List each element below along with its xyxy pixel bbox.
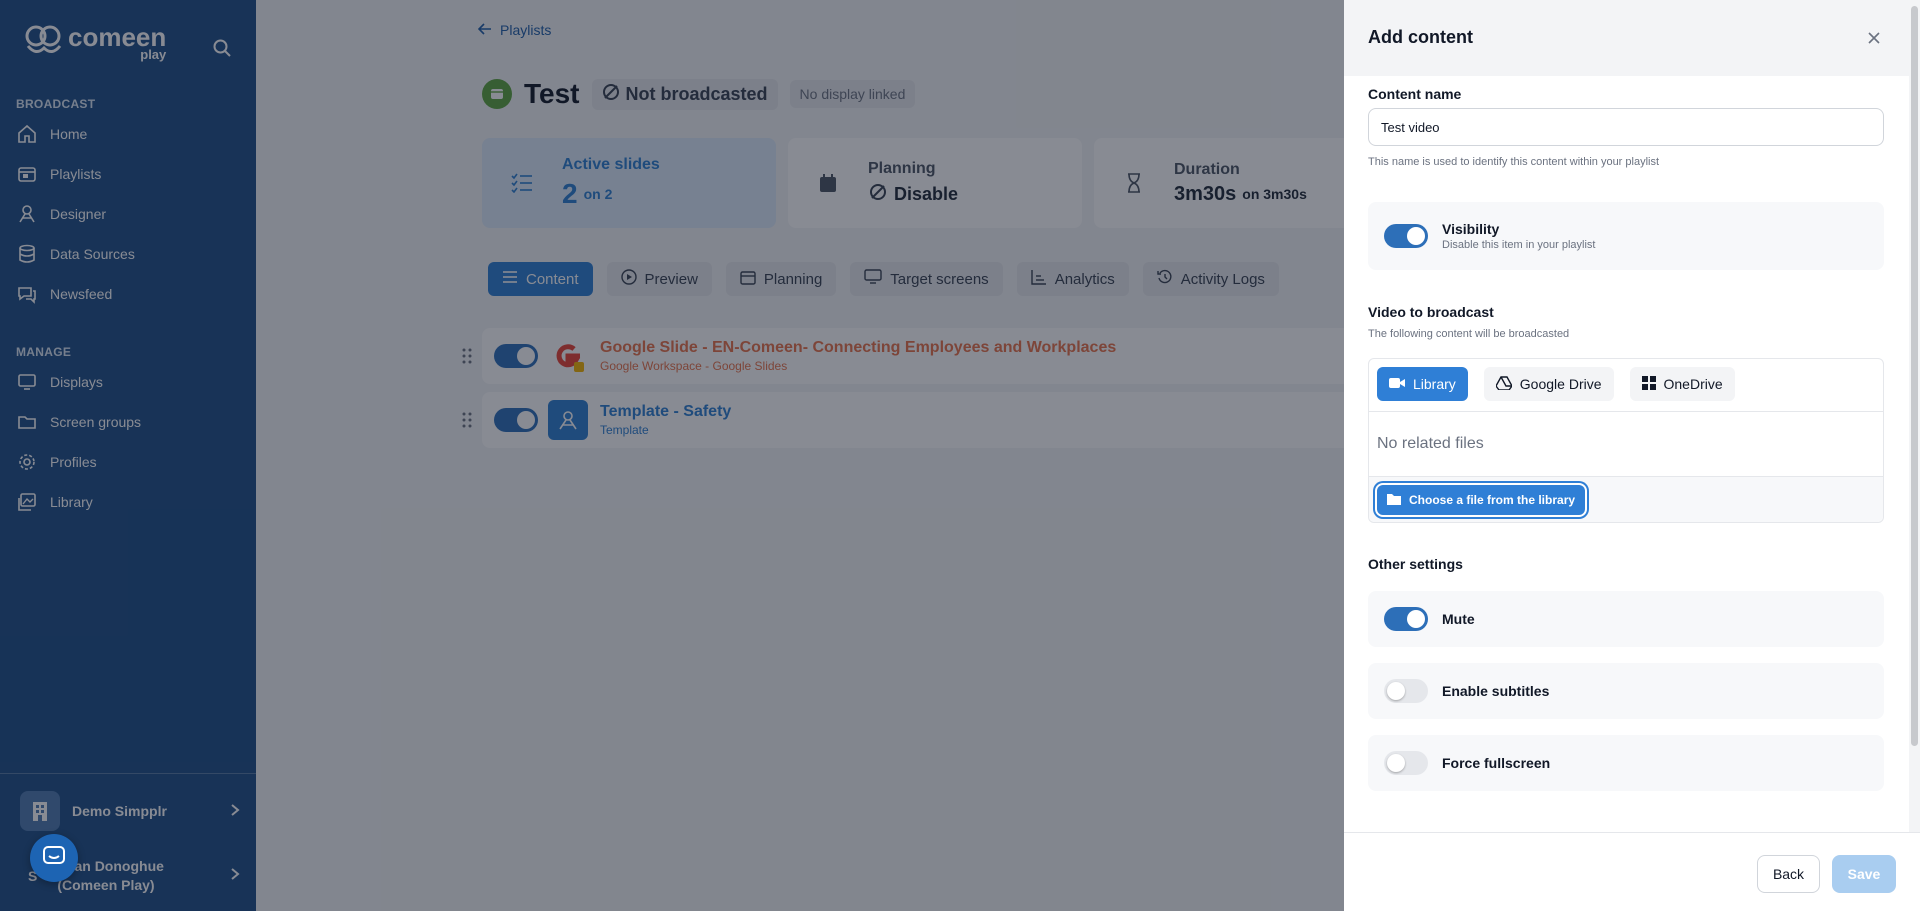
- content-name-input[interactable]: [1368, 108, 1884, 146]
- choose-file-label: Choose a file from the library: [1409, 493, 1576, 507]
- source-tab-label: Google Drive: [1519, 376, 1602, 392]
- fullscreen-toggle[interactable]: [1384, 751, 1428, 775]
- empty-state-text: No related files: [1377, 435, 1484, 452]
- source-tab-onedrive[interactable]: OneDrive: [1629, 367, 1735, 401]
- panel-title: Add content: [1368, 27, 1473, 47]
- subtitles-label: Enable subtitles: [1442, 683, 1550, 699]
- panel-header: Add content: [1344, 0, 1909, 76]
- video-camera-icon: [1389, 376, 1405, 392]
- chat-icon: [43, 845, 65, 871]
- visibility-title: Visibility: [1442, 221, 1500, 237]
- close-icon[interactable]: [1864, 28, 1884, 48]
- divider: [1369, 411, 1883, 412]
- content-name-label: Content name: [1368, 86, 1462, 102]
- fullscreen-setting: Force fullscreen: [1368, 735, 1884, 791]
- video-help: The following content will be broadcaste…: [1368, 328, 1570, 340]
- other-settings-label: Other settings: [1368, 556, 1463, 572]
- content-name-help: This name is used to identify this conte…: [1368, 156, 1660, 168]
- folder-icon: [1387, 493, 1401, 508]
- mute-label: Mute: [1442, 611, 1475, 627]
- save-button[interactable]: Save: [1832, 855, 1896, 893]
- visibility-setting: Visibility Disable this item in your pla…: [1368, 202, 1884, 270]
- choose-file-button[interactable]: Choose a file from the library: [1377, 485, 1586, 515]
- google-drive-icon: [1494, 375, 1513, 393]
- windows-icon: [1641, 375, 1656, 393]
- source-tab-google-drive[interactable]: Google Drive: [1483, 367, 1614, 401]
- scrollbar-thumb[interactable]: [1911, 6, 1918, 746]
- fullscreen-label: Force fullscreen: [1442, 755, 1551, 771]
- visibility-toggle[interactable]: [1384, 224, 1428, 248]
- source-tab-library[interactable]: Library: [1377, 367, 1468, 401]
- source-tab-label: Library: [1413, 376, 1456, 392]
- video-label: Video to broadcast: [1368, 304, 1494, 320]
- source-tab-label: OneDrive: [1663, 376, 1723, 392]
- video-source-box: Library Google Drive OneDrive No related…: [1368, 358, 1884, 523]
- panel-footer: Back Save: [1344, 832, 1920, 911]
- mute-setting: Mute: [1368, 591, 1884, 647]
- chat-support-button[interactable]: [30, 834, 78, 882]
- subtitles-setting: Enable subtitles: [1368, 663, 1884, 719]
- visibility-sub: Disable this item in your playlist: [1442, 239, 1596, 251]
- add-content-panel: Add content Content name This name is us…: [1344, 0, 1920, 911]
- subtitles-toggle[interactable]: [1384, 679, 1428, 703]
- mute-toggle[interactable]: [1384, 607, 1428, 631]
- source-footer: Choose a file from the library: [1369, 476, 1883, 522]
- back-button[interactable]: Back: [1757, 855, 1820, 893]
